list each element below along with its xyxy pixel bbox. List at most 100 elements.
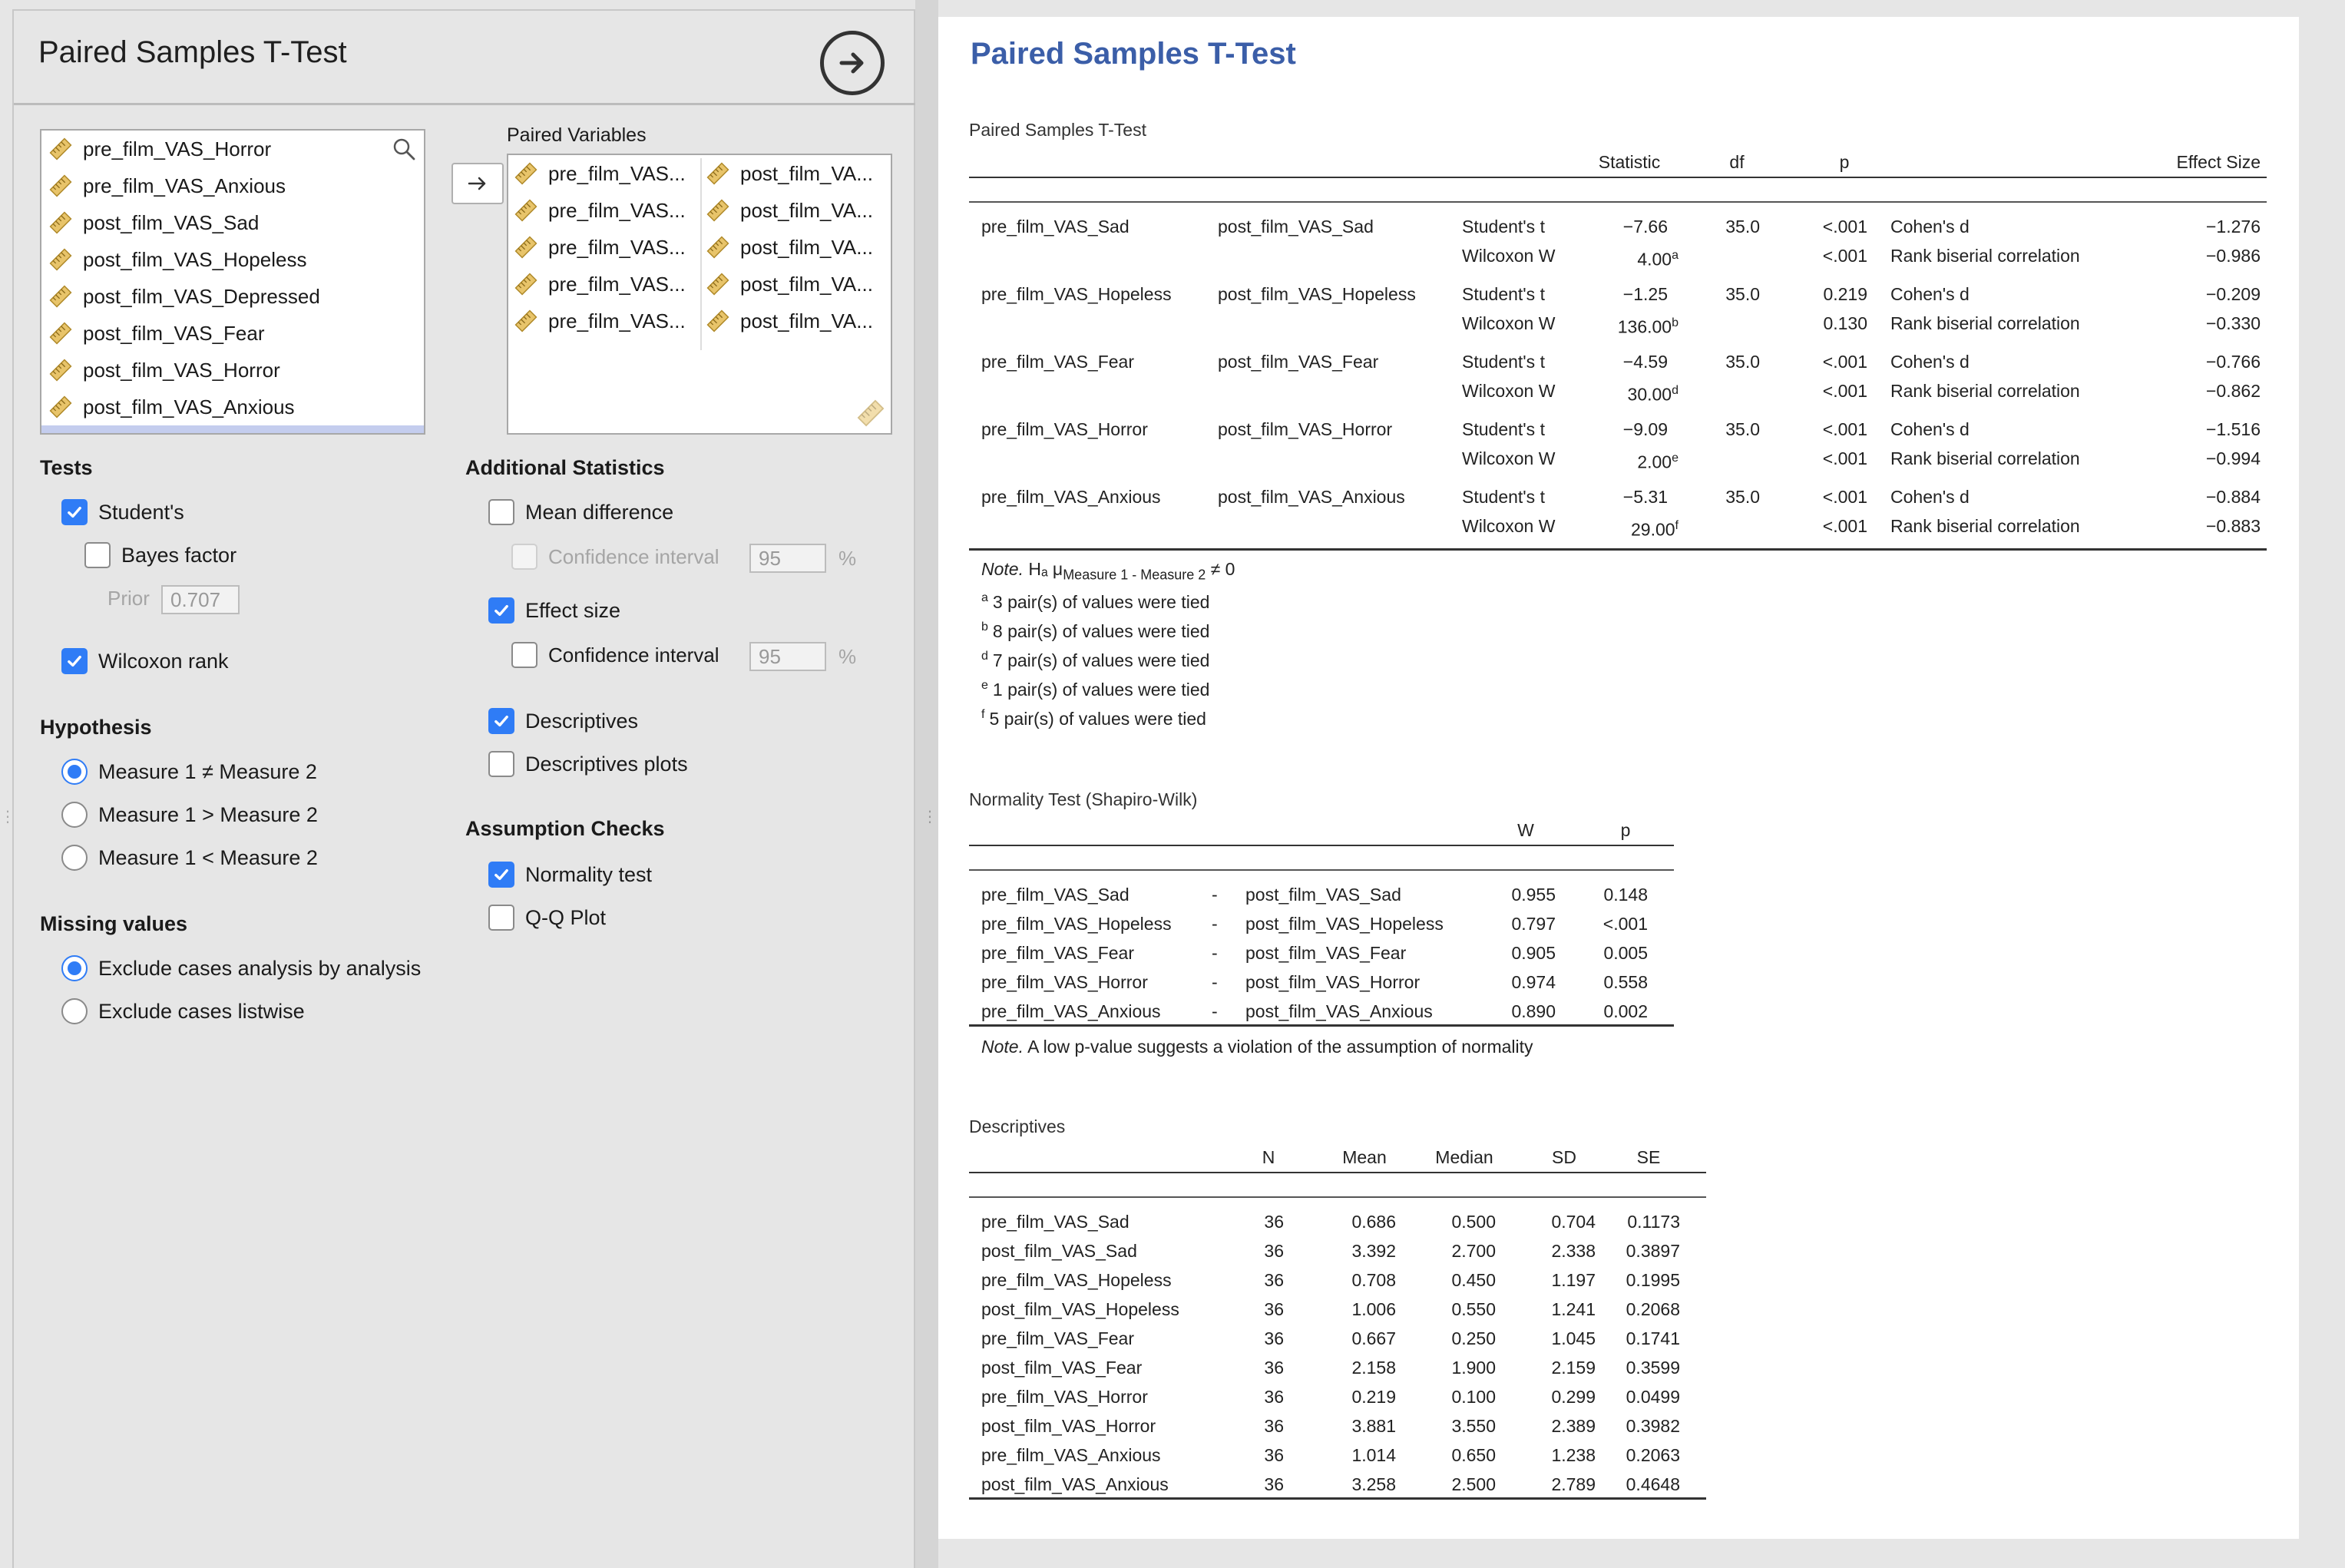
variable-item[interactable]: pre_film_VAS... xyxy=(514,195,696,226)
left-resize-grip[interactable]: ⋮ xyxy=(0,809,15,825)
footnote-text: 8 pair(s) of values were tied xyxy=(992,620,1210,641)
se-cell: 0.0499 xyxy=(1626,1387,1680,1407)
col-header: Median xyxy=(1435,1147,1493,1167)
footnote-marker: d xyxy=(1672,384,1679,397)
ruler-icon xyxy=(49,359,72,382)
median-cell: 0.250 xyxy=(1451,1328,1496,1348)
variable-item[interactable]: post_film_VAS_Fear xyxy=(49,318,265,349)
bayes-factor-checkbox[interactable]: Bayes factor xyxy=(84,542,236,568)
test-type-cell: Wilcoxon W xyxy=(1462,381,1556,401)
n-cell: 36 xyxy=(1264,1474,1284,1494)
statistic-cell: 29.00f xyxy=(1568,511,1679,544)
run-arrow-button[interactable] xyxy=(820,31,885,95)
w-value-cell: 0.797 xyxy=(1511,914,1556,934)
median-cell: 0.100 xyxy=(1451,1387,1496,1407)
variable-item[interactable]: post_film_VA... xyxy=(706,158,888,189)
missing-option-label: Exclude cases listwise xyxy=(98,999,305,1023)
variable-item[interactable]: pre_film_VAS... xyxy=(514,158,696,189)
hypothesis-not-equal-radio[interactable]: Measure 1 ≠ Measure 2 xyxy=(61,759,317,785)
search-icon[interactable] xyxy=(392,137,416,161)
dash-cell: - xyxy=(1212,885,1218,905)
panel-splitter[interactable] xyxy=(915,0,938,1568)
ruler-icon xyxy=(49,395,72,418)
median-cell: 0.450 xyxy=(1451,1270,1496,1290)
hypothesis-greater-radio[interactable]: Measure 1 > Measure 2 xyxy=(61,802,318,828)
mean-difference-label: Mean difference xyxy=(525,500,674,524)
effect-type-cell: Cohen's d xyxy=(1890,419,1970,439)
descriptives-plots-checkbox[interactable]: Descriptives plots xyxy=(488,751,688,777)
mean-cell: 0.667 xyxy=(1351,1328,1396,1348)
note-subscript: Measure 1 - Measure 2 xyxy=(1063,567,1206,583)
dash-cell: - xyxy=(1212,914,1218,934)
normality-test-checkbox[interactable]: Normality test xyxy=(488,862,652,888)
variable-item[interactable]: pre_film_VAS_Anxious xyxy=(49,170,286,201)
move-to-paired-button[interactable] xyxy=(451,163,504,204)
wilcoxon-checkbox[interactable]: Wilcoxon rank xyxy=(61,648,229,674)
variable-name: post_film_VAS_Depressed xyxy=(83,284,320,308)
exclude-listwise-radio[interactable]: Exclude cases listwise xyxy=(61,998,305,1024)
assumption-checks-heading: Assumption Checks xyxy=(465,817,665,840)
sd-cell: 2.159 xyxy=(1551,1358,1596,1378)
w-value-cell: 0.974 xyxy=(1511,972,1556,992)
variable-name-cell: post_film_VAS_Sad xyxy=(981,1241,1137,1261)
statistic-cell: 4.00a xyxy=(1568,241,1679,274)
mean-difference-checkbox[interactable]: Mean difference xyxy=(488,499,673,525)
effect-value-cell: −0.862 xyxy=(2206,381,2261,401)
variable-item[interactable]: post_film_VAS_Sad xyxy=(49,207,259,238)
mean-diff-ci-checkbox[interactable]: Confidence interval xyxy=(511,544,719,570)
ruler-icon xyxy=(49,322,72,345)
variable-item[interactable]: post_film_VA... xyxy=(706,232,888,263)
results-panel: Paired Samples T-Test Paired Samples T-T… xyxy=(938,17,2299,1539)
variable-item[interactable]: post_film_VAS_Anxious xyxy=(49,392,295,422)
hypothesis-less-radio[interactable]: Measure 1 < Measure 2 xyxy=(61,845,318,871)
qq-plot-checkbox[interactable]: Q-Q Plot xyxy=(488,905,606,931)
variable-item[interactable]: post_film_VA... xyxy=(706,195,888,226)
statistic-cell: −7.66 xyxy=(1622,217,1668,237)
measure-1-cell: pre_film_VAS_Horror xyxy=(981,419,1148,439)
variable-item[interactable]: post_film_VAS_Depressed xyxy=(49,281,320,312)
students-checkbox[interactable]: Student's xyxy=(61,499,184,525)
arrow-right-icon xyxy=(839,52,864,74)
p-value-cell: <.001 xyxy=(1822,487,1867,507)
variable-item[interactable]: post_film_VAS_Horror xyxy=(49,355,280,385)
variables-list[interactable]: pre_film_VAS_Horror pre_film_VAS_Anxiousp… xyxy=(40,129,425,435)
sd-cell: 1.238 xyxy=(1551,1445,1596,1465)
test-type-cell: Student's t xyxy=(1462,284,1545,304)
se-cell: 0.1995 xyxy=(1626,1270,1680,1290)
prior-input[interactable]: 0.707 xyxy=(161,585,240,614)
test-type-cell: Student's t xyxy=(1462,217,1545,237)
table-rule xyxy=(969,1196,1706,1198)
effect-size-checkbox[interactable]: Effect size xyxy=(488,597,620,624)
variable-name-cell: post_film_VAS_Fear xyxy=(981,1358,1143,1378)
variable-item[interactable]: post_film_VA... xyxy=(706,269,888,299)
effect-value-cell: −0.330 xyxy=(2206,313,2261,333)
se-cell: 0.4648 xyxy=(1626,1474,1680,1494)
n-cell: 36 xyxy=(1264,1299,1284,1319)
exclude-analysis-radio[interactable]: Exclude cases analysis by analysis xyxy=(61,955,421,981)
w-value-cell: 0.905 xyxy=(1511,943,1556,963)
variable-item[interactable]: post_film_VA... xyxy=(706,306,888,336)
p-value-cell: 0.148 xyxy=(1603,885,1648,905)
variable-item[interactable]: pre_film_VAS... xyxy=(514,306,696,336)
dash-cell: - xyxy=(1212,1001,1218,1021)
descriptives-checkbox[interactable]: Descriptives xyxy=(488,708,638,734)
variable-item[interactable]: post_film_VAS_Hopeless xyxy=(49,244,306,275)
prior-label: Prior xyxy=(107,587,150,610)
variable-item[interactable]: pre_film_VAS_Horror xyxy=(49,134,271,164)
mean-cell: 1.014 xyxy=(1351,1445,1396,1465)
effect-size-ci-input[interactable]: 95 xyxy=(749,642,826,671)
splitter-grip-icon[interactable]: ⋮ xyxy=(922,809,938,825)
measure-2-cell: post_film_VAS_Sad xyxy=(1245,885,1401,905)
se-cell: 0.1741 xyxy=(1626,1328,1680,1348)
variable-item[interactable]: pre_film_VAS... xyxy=(514,232,696,263)
variable-item[interactable]: pre_film_VAS... xyxy=(514,269,696,299)
students-label: Student's xyxy=(98,500,184,524)
se-cell: 0.2068 xyxy=(1626,1299,1680,1319)
effect-size-ci-checkbox[interactable]: Confidence interval xyxy=(511,642,719,668)
table-rule xyxy=(969,845,1674,846)
additional-statistics-heading: Additional Statistics xyxy=(465,456,665,479)
paired-variables-list[interactable]: pre_film_VAS... pre_film_VAS... pre_film_V… xyxy=(507,154,892,435)
mean-diff-ci-input[interactable]: 95 xyxy=(749,544,826,573)
p-value-cell: <.001 xyxy=(1822,419,1867,439)
sd-cell: 2.338 xyxy=(1551,1241,1596,1261)
